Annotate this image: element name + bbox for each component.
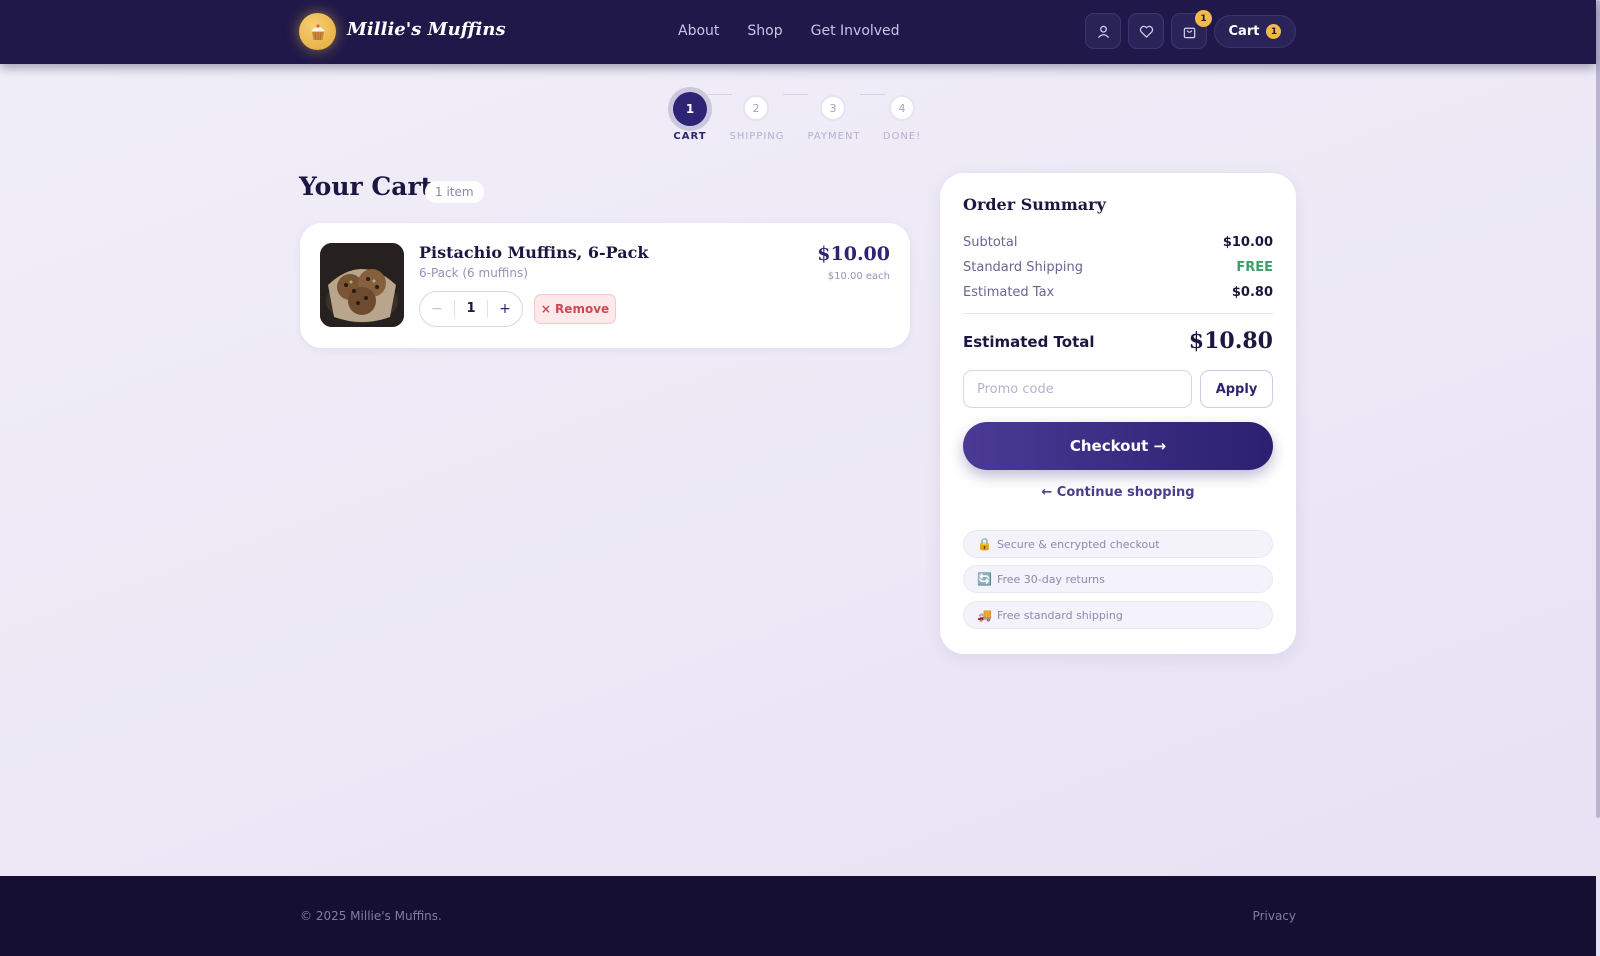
step-2-circle: 2	[743, 95, 769, 121]
shopping-bag-icon	[1183, 27, 1195, 38]
cart-title: Your Cart	[299, 172, 433, 201]
step-connector	[783, 94, 808, 95]
site-header: Millie's Muffins About Shop Get Involved…	[0, 0, 1596, 64]
subtotal-value: $10.00	[1222, 235, 1273, 250]
tax-label: Estimated Tax	[963, 285, 1055, 300]
step-2-label: SHIPPING	[729, 131, 785, 142]
remove-item-button[interactable]: × Remove	[534, 294, 616, 324]
increase-quantity-button[interactable]: +	[488, 301, 522, 317]
shipping-label: Standard Shipping	[963, 260, 1083, 275]
cart-label: Cart	[1228, 24, 1260, 39]
heart-icon	[1139, 25, 1153, 38]
total-label: Estimated Total	[963, 333, 1095, 351]
nav-shop[interactable]: Shop	[747, 23, 782, 39]
step-connector	[860, 94, 885, 95]
total-value: $10.80	[1188, 328, 1273, 354]
order-summary: Order Summary Subtotal $10.00 Standard S…	[940, 173, 1296, 654]
muffin-logo-icon[interactable]	[299, 13, 336, 50]
decrease-quantity-button[interactable]: −	[420, 301, 454, 317]
quantity-stepper: − 1 +	[419, 291, 523, 327]
lock-icon: 🔒	[977, 537, 992, 551]
main-nav: About Shop Get Involved	[678, 23, 900, 39]
trust-badge-secure: 🔒 Secure & encrypted checkout	[963, 530, 1273, 558]
trust-badge-shipping: 🚚 Free standard shipping	[963, 601, 1273, 629]
product-variant: 6-Pack (6 muffins)	[419, 266, 528, 280]
continue-shopping-link[interactable]: ← Continue shopping	[963, 485, 1273, 500]
item-price: $10.00	[817, 243, 890, 265]
cart-count-badge: 1	[1266, 24, 1282, 39]
nav-get-involved[interactable]: Get Involved	[811, 23, 900, 39]
brand-name[interactable]: Millie's Muffins	[347, 19, 506, 40]
cart-button[interactable]: Cart 1	[1214, 15, 1296, 48]
summary-divider	[963, 313, 1273, 314]
trust-badge-returns: 🔄 Free 30-day returns	[963, 565, 1273, 593]
product-name[interactable]: Pistachio Muffins, 6-Pack	[419, 243, 648, 262]
page-scrollbar[interactable]	[1596, 0, 1600, 818]
item-count-badge: 1 item	[425, 181, 484, 203]
truck-icon: 🚚	[977, 608, 992, 622]
shipping-value: FREE	[1236, 260, 1273, 275]
checkout-button[interactable]: Checkout →	[963, 422, 1273, 470]
summary-title: Order Summary	[963, 195, 1106, 214]
step-3-circle: 3	[820, 95, 846, 121]
user-icon	[1097, 25, 1109, 38]
promo-code-input[interactable]	[963, 370, 1192, 408]
subtotal-label: Subtotal	[963, 235, 1018, 250]
step-4-circle: 4	[889, 95, 915, 121]
unit-price: $10.00 each	[827, 271, 890, 282]
bag-count-badge: 1	[1195, 10, 1212, 27]
apply-promo-button[interactable]: Apply	[1200, 370, 1273, 408]
trust-text: Free standard shipping	[996, 608, 1123, 622]
subtotal-row: Subtotal $10.00	[963, 235, 1273, 250]
step-1-circle: 1	[673, 92, 707, 126]
account-button[interactable]	[1085, 13, 1121, 49]
copyright-text: © 2025 Millie's Muffins.	[300, 909, 442, 923]
bag-button[interactable]: 1	[1171, 10, 1212, 49]
tax-row: Estimated Tax $0.80	[963, 285, 1273, 300]
product-image[interactable]	[320, 243, 404, 327]
trust-text: Free 30-day returns	[996, 572, 1105, 586]
step-connector	[707, 94, 732, 95]
nav-about[interactable]: About	[678, 23, 719, 39]
quantity-value[interactable]: 1	[454, 300, 488, 318]
site-footer: © 2025 Millie's Muffins. Privacy	[0, 876, 1596, 956]
privacy-link[interactable]: Privacy	[1253, 909, 1296, 923]
step-4-label: DONE!	[882, 131, 922, 142]
shipping-row: Standard Shipping FREE	[963, 260, 1273, 275]
refresh-icon: 🔄	[977, 572, 992, 586]
wishlist-button[interactable]	[1128, 13, 1164, 49]
cart-item: Pistachio Muffins, 6-Pack 6-Pack (6 muff…	[300, 223, 910, 348]
tax-value: $0.80	[1231, 285, 1273, 300]
trust-text: Secure & encrypted checkout	[996, 537, 1160, 551]
